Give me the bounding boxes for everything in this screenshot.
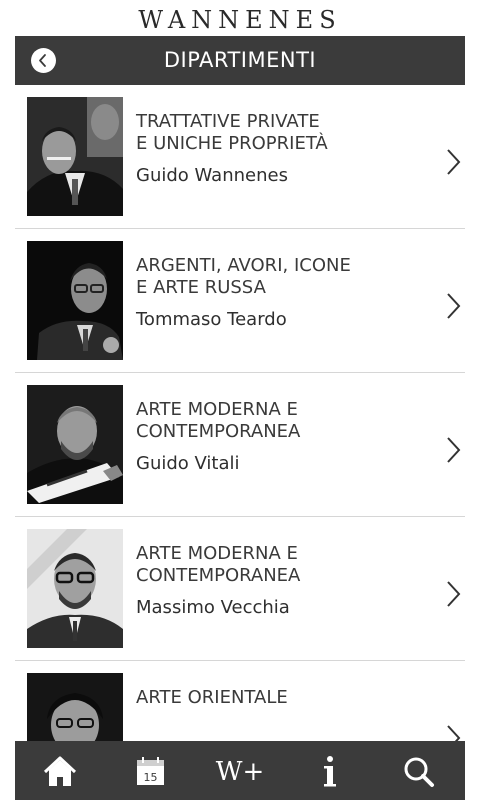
app-logo: WANNENES	[138, 6, 342, 34]
specialist-name: Guido Wannenes	[136, 165, 288, 186]
search-icon	[404, 757, 434, 787]
tab-search[interactable]	[390, 741, 450, 800]
department-title: ARTE MODERNA E CONTEMPORANEA	[136, 399, 301, 442]
avatar	[27, 97, 123, 216]
list-item[interactable]: ARGENTI, AVORI, ICONE E ARTE RUSSA Tomma…	[15, 229, 465, 373]
avatar	[27, 529, 123, 648]
specialist-name: Tommaso Teardo	[136, 309, 287, 330]
chevron-right-icon	[447, 293, 461, 319]
avatar	[27, 241, 123, 360]
avatar	[27, 385, 123, 504]
avatar	[27, 673, 123, 741]
department-list: TRATTATIVE PRIVATE E UNICHE PROPRIETÀ Gu…	[15, 85, 465, 741]
list-item[interactable]: ARTE MODERNA E CONTEMPORANEA Guido Vital…	[15, 373, 465, 517]
chevron-right-icon	[447, 437, 461, 463]
specialist-name: Guido Vitali	[136, 453, 240, 474]
chevron-right-icon	[447, 581, 461, 607]
department-title: ARGENTI, AVORI, ICONE E ARTE RUSSA	[136, 255, 351, 298]
chevron-right-icon	[447, 149, 461, 175]
calendar-icon: 15	[137, 757, 164, 785]
calendar-day: 15	[144, 771, 158, 784]
department-title: ARTE ORIENTALE	[136, 687, 288, 708]
tab-info[interactable]	[300, 741, 360, 800]
chevron-right-icon	[447, 725, 461, 741]
specialist-name: Massimo Vecchia	[136, 597, 290, 618]
department-title: TRATTATIVE PRIVATE E UNICHE PROPRIETÀ	[136, 111, 328, 154]
home-icon	[43, 756, 77, 786]
tab-home[interactable]	[30, 741, 90, 800]
tab-calendar[interactable]: 15	[120, 741, 180, 800]
list-item[interactable]: ARTE ORIENTALE	[15, 661, 465, 741]
tab-w-plus[interactable]: W+	[210, 741, 270, 800]
bottom-tab-bar: 15 W+	[15, 741, 465, 800]
page-header: DIPARTIMENTI	[15, 36, 465, 85]
info-icon	[324, 756, 336, 787]
list-item[interactable]: ARTE MODERNA E CONTEMPORANEA Massimo Vec…	[15, 517, 465, 661]
department-title: ARTE MODERNA E CONTEMPORANEA	[136, 543, 301, 586]
list-item[interactable]: TRATTATIVE PRIVATE E UNICHE PROPRIETÀ Gu…	[15, 85, 465, 229]
page-title: DIPARTIMENTI	[163, 48, 317, 72]
